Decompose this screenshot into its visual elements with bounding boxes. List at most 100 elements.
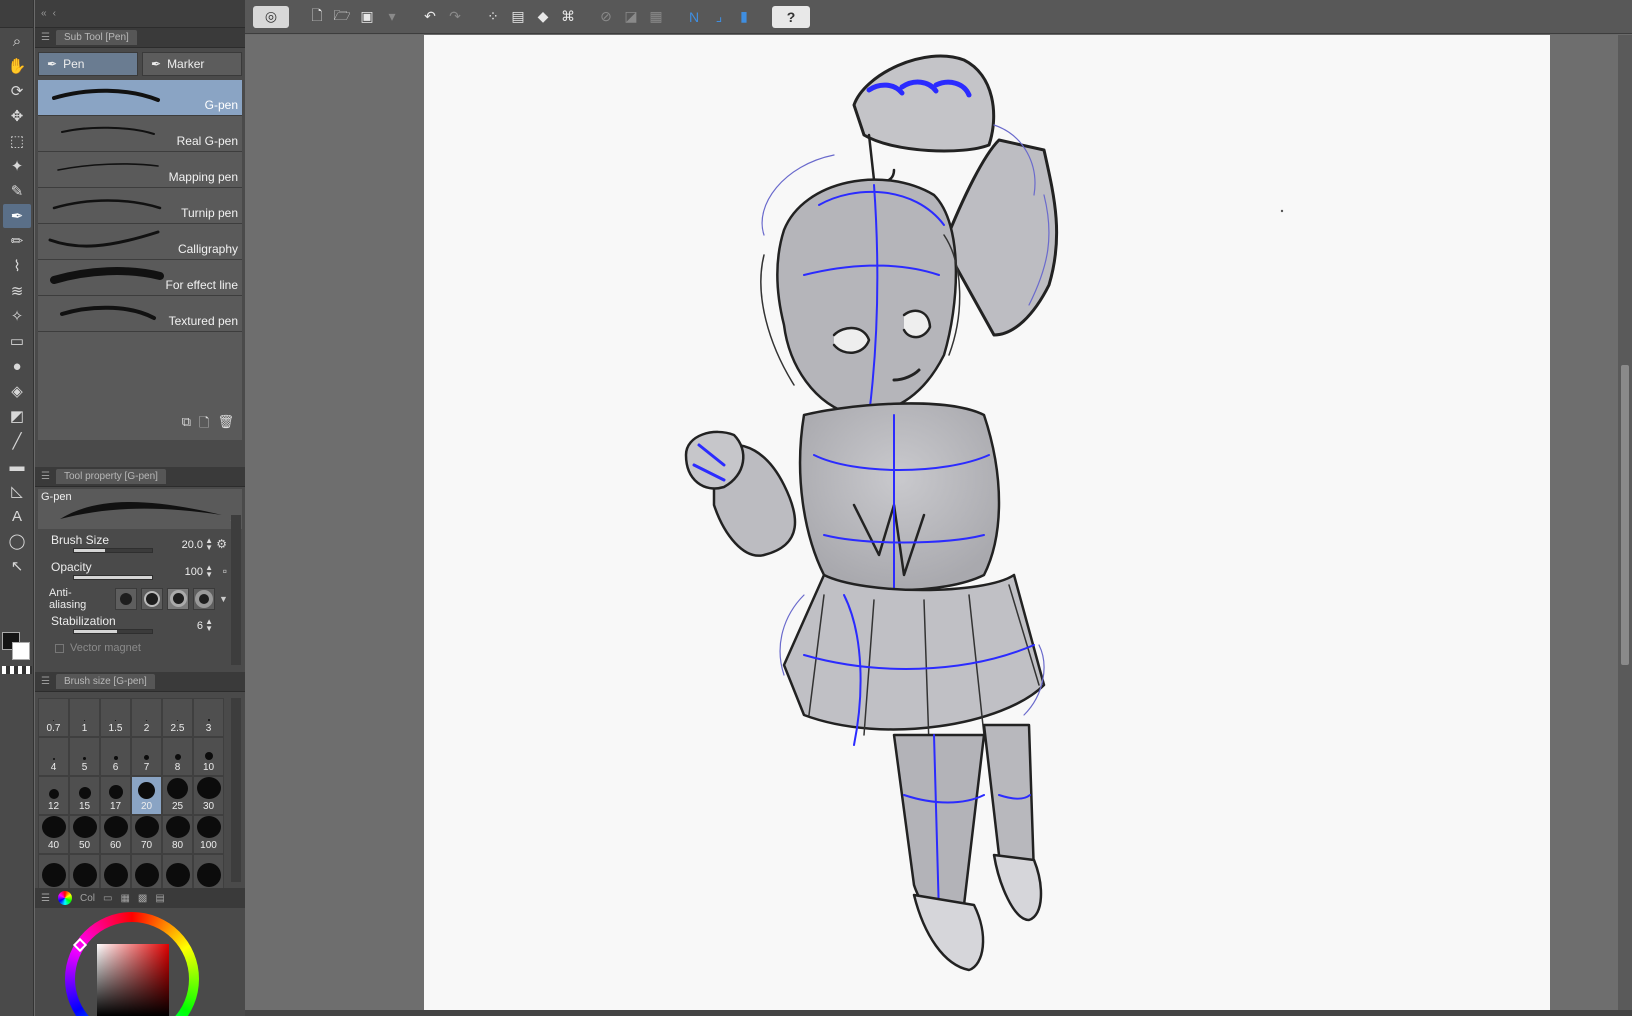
brush-size-property[interactable]: Brush Size 20.0 ▲ ▼ ⚙ <box>49 531 227 558</box>
balloon-icon[interactable]: ◯ <box>3 529 31 553</box>
pencil-icon[interactable]: ✏ <box>3 229 31 253</box>
decoration-icon[interactable]: ✧ <box>3 304 31 328</box>
hand-icon[interactable]: ✋ <box>3 54 31 78</box>
brush-size-preset[interactable]: 4 <box>38 737 69 776</box>
redo-icon[interactable]: ↷ <box>444 6 466 28</box>
pen-icon[interactable]: ✒ <box>3 204 31 228</box>
chevron-left-icon[interactable]: ‹ <box>53 8 56 19</box>
zoom-icon[interactable]: ⌕ <box>3 29 31 53</box>
sub-color-swatch[interactable] <box>12 642 30 660</box>
subtool-tab-pen[interactable]: ✒ Pen <box>38 52 138 76</box>
antialiasing-strong-button[interactable] <box>193 587 215 610</box>
color-wheel-tab-icon[interactable] <box>57 891 72 905</box>
brush-size-preset[interactable]: 100 <box>193 815 224 854</box>
brush-size-scrollbar[interactable] <box>231 698 241 882</box>
brush-size-preset[interactable]: 20 <box>131 776 162 815</box>
pressure-settings-icon[interactable]: ⚙ <box>216 537 227 551</box>
brush-size-preset[interactable]: 1.5 <box>100 698 131 737</box>
brush-size-preset[interactable]: 50 <box>69 815 100 854</box>
brush-size-preset[interactable]: 15 <box>69 776 100 815</box>
pressure-icon[interactable]: N <box>683 6 705 28</box>
delete-subtool-icon[interactable]: 🗑 <box>217 414 234 436</box>
brush-size-header-title[interactable]: Brush size [G-pen] <box>55 674 155 689</box>
ruler-icon[interactable]: ◺ <box>3 479 31 503</box>
brush-size-preset[interactable]: 12 <box>38 776 69 815</box>
undo-icon[interactable]: ↶ <box>419 6 441 28</box>
opacity-property[interactable]: Opacity 100 ▲ ▼ ▫ <box>49 558 227 585</box>
text-icon[interactable]: A <box>3 504 31 528</box>
rotate-icon[interactable]: ⟳ <box>3 79 31 103</box>
snap-grid-icon[interactable]: ▦ <box>645 6 667 28</box>
stabilization-value[interactable]: 6 <box>197 620 203 632</box>
app-logo-icon[interactable]: ◎ <box>253 5 289 28</box>
brush-size-value[interactable]: 20.0 <box>182 539 203 551</box>
subtool-item[interactable]: G-pen <box>38 80 242 116</box>
opacity-settings-icon[interactable]: ▫ <box>223 564 227 578</box>
antialiasing-weak-button[interactable] <box>141 587 163 610</box>
brush-size-preset[interactable]: 17 <box>100 776 131 815</box>
antialiasing-medium-button[interactable] <box>167 587 189 610</box>
brush-size-preset[interactable]: 10 <box>193 737 224 776</box>
pressure-curve-icon[interactable]: ⌟ <box>708 6 730 28</box>
opacity-spinner-icon[interactable]: ▲ ▼ <box>205 564 213 579</box>
subtool-item[interactable]: Turnip pen <box>38 188 242 224</box>
subtool-item[interactable]: For effect line <box>38 260 242 296</box>
approximate-color-tab-icon[interactable]: ▩ <box>138 893 147 904</box>
brush-size-preset[interactable]: 60 <box>100 815 131 854</box>
frame-icon[interactable]: ▬ <box>3 454 31 478</box>
brush-size-preset[interactable]: 2 <box>131 698 162 737</box>
subtool-item[interactable]: Real G-pen <box>38 116 242 152</box>
subtool-item[interactable]: Textured pen <box>38 296 242 332</box>
collapse-icon[interactable]: « <box>41 8 47 19</box>
airbrush-icon[interactable]: ≋ <box>3 279 31 303</box>
save-dropdown-icon[interactable]: ▾ <box>381 6 403 28</box>
brush-size-preset[interactable]: 3 <box>193 698 224 737</box>
palette-menu-icon[interactable]: ☰ <box>41 676 50 687</box>
help-icon[interactable]: ? <box>772 5 810 28</box>
canvas-area[interactable] <box>245 35 1632 1016</box>
brush-size-preset[interactable]: 25 <box>162 776 193 815</box>
canvas-scroll-thumb[interactable] <box>1621 365 1629 665</box>
brush-size-preset[interactable]: 80 <box>162 815 193 854</box>
brush-size-preset[interactable]: 30 <box>193 776 224 815</box>
opacity-value[interactable]: 100 <box>185 566 203 578</box>
subtool-item[interactable]: Mapping pen <box>38 152 242 188</box>
antialiasing-dropdown-icon[interactable]: ▼ <box>219 594 228 604</box>
opacity-slider[interactable] <box>73 575 153 580</box>
brush-size-spinner-icon[interactable]: ▲ ▼ <box>205 537 213 552</box>
transparent-color-swatch[interactable] <box>2 666 32 674</box>
auto-select-icon[interactable]: ✦ <box>3 154 31 178</box>
fill-selection-icon[interactable]: ◆ <box>532 6 554 28</box>
snap-ruler-icon[interactable]: ⊘ <box>595 6 617 28</box>
save-icon[interactable]: ▣ <box>356 6 378 28</box>
brush-size-preset[interactable]: 8 <box>162 737 193 776</box>
copy-subtool-icon[interactable]: ⧉ <box>182 414 191 436</box>
transform-icon[interactable]: ⌘ <box>557 6 579 28</box>
palette-menu-icon[interactable]: ☰ <box>41 471 50 482</box>
brush-size-preset[interactable]: 7 <box>131 737 162 776</box>
drawing-canvas[interactable] <box>424 35 1550 1011</box>
tool-property-header-title[interactable]: Tool property [G-pen] <box>55 469 166 484</box>
new-file-icon[interactable]: 🗋 <box>306 6 328 28</box>
clear-selection-icon[interactable]: ⁘ <box>482 6 504 28</box>
intermediate-color-tab-icon[interactable]: ▦ <box>120 893 129 904</box>
subtool-header-title[interactable]: Sub Tool [Pen] <box>55 30 137 45</box>
blend-icon[interactable]: ● <box>3 354 31 378</box>
correct-line-icon[interactable]: ↖ <box>3 554 31 578</box>
create-subtool-icon[interactable]: 🗋 <box>199 414 209 436</box>
snap-special-icon[interactable]: ◪ <box>620 6 642 28</box>
stabilization-property[interactable]: Stabilization 6 ▲ ▼ <box>49 612 225 639</box>
stabilization-slider[interactable] <box>73 629 153 634</box>
saturation-value-square[interactable] <box>97 944 169 1016</box>
antialiasing-none-button[interactable] <box>115 587 137 610</box>
selection-icon[interactable]: ⬚ <box>3 129 31 153</box>
brush-size-preset[interactable]: 1 <box>69 698 100 737</box>
vector-magnet-property[interactable]: Vector magnet <box>55 639 245 657</box>
brush-icon[interactable]: ⌇ <box>3 254 31 278</box>
brush-size-preset[interactable]: 40 <box>38 815 69 854</box>
subtool-tab-marker[interactable]: ✒ Marker <box>142 52 242 76</box>
brush-size-preset[interactable]: 2.5 <box>162 698 193 737</box>
color-set-tab-icon[interactable]: ▭ <box>103 893 112 904</box>
color-wheel-tab-label[interactable]: Col <box>80 893 95 904</box>
brush-size-preset[interactable]: 6 <box>100 737 131 776</box>
